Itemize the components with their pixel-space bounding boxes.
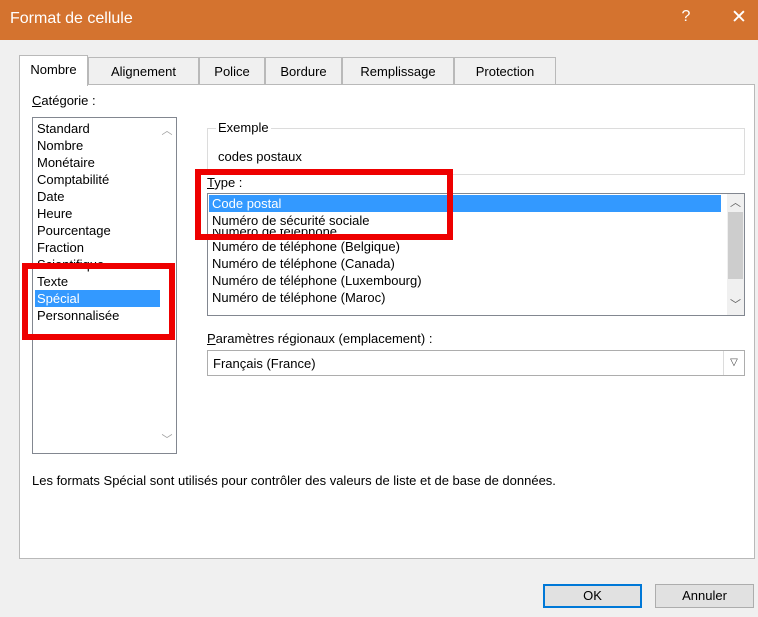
- category-item-comptabilite[interactable]: Comptabilité: [35, 171, 160, 188]
- ok-button[interactable]: OK: [543, 584, 642, 608]
- tab-alignement[interactable]: Alignement: [88, 57, 199, 84]
- title-bar: Format de cellule ? ✕: [0, 0, 758, 40]
- type-item-telephone-belgique[interactable]: Numéro de téléphone (Belgique): [209, 238, 721, 255]
- category-item-nombre[interactable]: Nombre: [35, 137, 160, 154]
- category-item-monetaire[interactable]: Monétaire: [35, 154, 160, 171]
- tab-remplissage[interactable]: Remplissage: [342, 57, 454, 84]
- category-item-date[interactable]: Date: [35, 188, 160, 205]
- example-group: Exemple codes postaux: [207, 120, 745, 175]
- close-button[interactable]: ✕: [727, 6, 751, 29]
- help-button[interactable]: ?: [676, 8, 696, 26]
- type-item-securite-sociale[interactable]: Numéro de sécurité sociale: [209, 212, 721, 229]
- chevron-down-icon[interactable]: ﹀: [160, 433, 174, 447]
- category-item-personnalisee[interactable]: Personnalisée: [35, 307, 160, 324]
- category-item-texte[interactable]: Texte: [35, 273, 160, 290]
- category-item-pourcentage[interactable]: Pourcentage: [35, 222, 160, 239]
- locale-value: Français (France): [213, 356, 316, 371]
- type-item-telephone-maroc[interactable]: Numéro de téléphone (Maroc): [209, 289, 721, 306]
- locale-select[interactable]: Français (France) ▽: [207, 350, 745, 376]
- format-description: Les formats Spécial sont utilisés pour c…: [32, 473, 556, 488]
- scroll-thumb[interactable]: [728, 212, 743, 279]
- example-legend: Exemple: [216, 120, 271, 135]
- type-item-telephone-luxembourg[interactable]: Numéro de téléphone (Luxembourg): [209, 272, 721, 289]
- example-value: codes postaux: [218, 149, 302, 164]
- type-label: Type :: [207, 175, 243, 190]
- chevron-up-icon[interactable]: ︿: [727, 195, 744, 212]
- type-item-telephone-canada[interactable]: Numéro de téléphone (Canada): [209, 255, 721, 272]
- number-tab-panel: Catégorie : Standard Nombre Monétaire Co…: [19, 84, 755, 559]
- category-item-special[interactable]: Spécial: [35, 290, 160, 307]
- tab-police[interactable]: Police: [199, 57, 265, 84]
- category-item-heure[interactable]: Heure: [35, 205, 160, 222]
- locale-label: Paramètres régionaux (emplacement) :: [207, 331, 433, 346]
- cancel-button[interactable]: Annuler: [655, 584, 754, 608]
- category-item-standard[interactable]: Standard: [35, 120, 160, 137]
- tab-protection[interactable]: Protection: [454, 57, 556, 84]
- type-scrollbar[interactable]: ︿ ﹀: [727, 194, 744, 315]
- type-item-code-postal[interactable]: Code postal: [209, 195, 721, 212]
- tab-bordure[interactable]: Bordure: [265, 57, 342, 84]
- category-item-scientifique[interactable]: Scientifique: [35, 256, 160, 273]
- category-label: Catégorie :: [32, 93, 96, 108]
- window-title: Format de cellule: [10, 10, 133, 27]
- dialog-body: Nombre Alignement Police Bordure Remplis…: [0, 40, 758, 617]
- category-item-fraction[interactable]: Fraction: [35, 239, 160, 256]
- type-item-telephone[interactable]: Numéro de téléphone: [209, 229, 721, 238]
- chevron-down-icon[interactable]: ﹀: [727, 297, 744, 314]
- type-list[interactable]: Code postal Numéro de sécurité sociale N…: [207, 193, 745, 316]
- chevron-down-icon[interactable]: ▽: [723, 351, 744, 375]
- category-list[interactable]: Standard Nombre Monétaire Comptabilité D…: [32, 117, 177, 454]
- chevron-up-icon[interactable]: ︿: [160, 124, 174, 138]
- tab-nombre[interactable]: Nombre: [19, 55, 88, 86]
